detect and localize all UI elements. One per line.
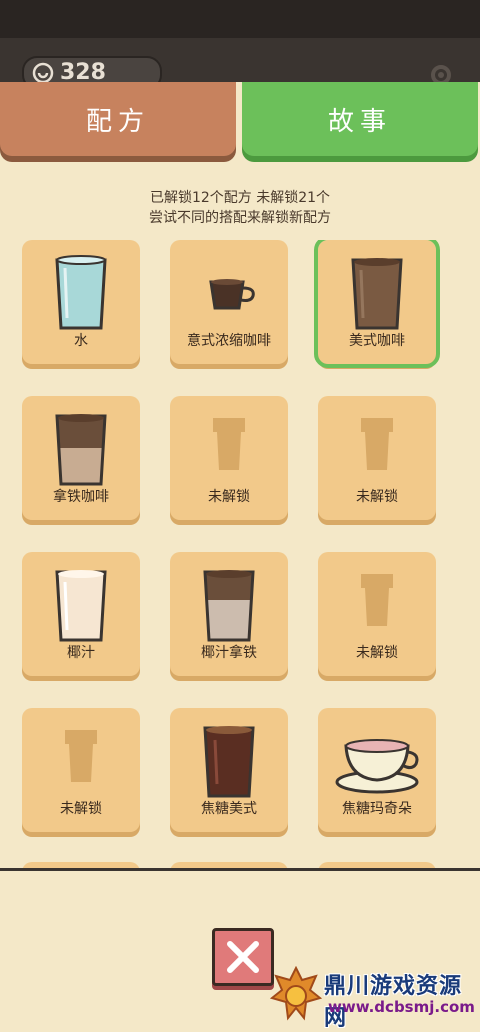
- recipe-card-espresso[interactable]: 意式浓缩咖啡: [170, 240, 288, 364]
- recipe-label: 未解锁: [60, 801, 102, 817]
- status-area: [0, 0, 480, 38]
- locked-cup-icon: [65, 730, 97, 782]
- tab-recipe-label: 配方: [85, 106, 150, 137]
- recipe-label: 水: [74, 333, 88, 349]
- bottom-divider: [0, 868, 480, 871]
- tab-story-label: 故事: [327, 106, 392, 137]
- recipe-label: 美式咖啡: [349, 333, 405, 349]
- recipe-card-latte[interactable]: 拿铁咖啡: [22, 396, 140, 520]
- locked-cup-icon: [213, 418, 245, 470]
- tab-recipe[interactable]: 配方: [0, 82, 236, 156]
- recipe-label: 椰汁拿铁: [201, 645, 257, 661]
- recipe-label: 未解锁: [208, 489, 250, 505]
- unlock-count-text: 已解锁12个配方 未解锁21个: [149, 190, 331, 206]
- recipe-card-locked[interactable]: 未解锁: [170, 396, 288, 520]
- recipe-card-locked[interactable]: 未解锁: [22, 708, 140, 832]
- top-bar: 328: [0, 0, 480, 90]
- unlock-hint-text: 尝试不同的搭配来解锁新配方: [149, 210, 331, 226]
- recipe-card-locked[interactable]: 未解锁: [318, 396, 436, 520]
- moon-coin-icon: [32, 62, 54, 84]
- caramel-americano-glass-icon: [203, 726, 255, 798]
- recipe-card-americano[interactable]: 美式咖啡: [314, 240, 440, 368]
- close-button[interactable]: [212, 928, 274, 986]
- watermark: 鼎川游戏资源网 www.dcbsmj.com: [268, 964, 478, 1031]
- recipe-card-locked[interactable]: 未解锁: [318, 552, 436, 676]
- recipe-card-coconut-latte[interactable]: 椰汁拿铁: [170, 552, 288, 676]
- coconut-latte-glass-icon: [203, 570, 255, 642]
- locked-cup-icon: [361, 574, 393, 626]
- recipe-card-caramel-americano[interactable]: 焦糖美式: [170, 708, 288, 832]
- recipe-label: 椰汁: [67, 645, 95, 661]
- macchiato-cup-icon: [335, 739, 419, 794]
- recipe-label: 拿铁咖啡: [53, 489, 109, 505]
- recipe-label: 焦糖美式: [201, 801, 257, 817]
- latte-glass-icon: [55, 414, 107, 486]
- unlock-info: 已解锁12个配方 未解锁21个 尝试不同的搭配来解锁新配方: [0, 188, 480, 228]
- recipe-card-caramel-macchiato[interactable]: 焦糖玛奇朵: [318, 708, 436, 832]
- recipe-label: 焦糖玛奇朵: [342, 801, 412, 817]
- recipe-label: 意式浓缩咖啡: [187, 333, 271, 349]
- recipe-label: 未解锁: [356, 489, 398, 505]
- close-icon: [227, 941, 259, 973]
- recipe-label: 未解锁: [356, 645, 398, 661]
- recipe-grid: 水 意式浓缩咖啡 美式咖啡 拿铁咖啡 未解锁 未解锁 椰汁 椰汁拿铁 未解锁 未…: [22, 240, 440, 870]
- watermark-url: www.dcbsmj.com: [328, 998, 475, 1016]
- watermark-logo-icon: [270, 966, 322, 1021]
- tab-story[interactable]: 故事: [242, 82, 478, 156]
- water-glass-icon: [55, 255, 107, 330]
- espresso-cup-icon: [209, 279, 255, 310]
- locked-cup-icon: [361, 418, 393, 470]
- recipe-card-water[interactable]: 水: [22, 240, 140, 364]
- coconut-glass-icon: [55, 570, 107, 642]
- americano-glass-icon: [351, 258, 403, 330]
- recipe-card-coconut[interactable]: 椰汁: [22, 552, 140, 676]
